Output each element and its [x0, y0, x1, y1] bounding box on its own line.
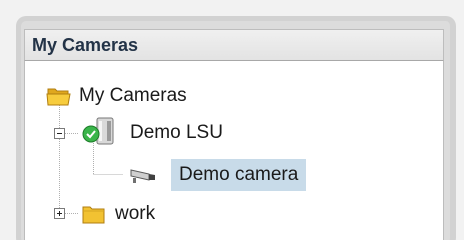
camera-icon [130, 169, 155, 183]
expand-toggle-work[interactable] [54, 208, 65, 219]
tree-item-work[interactable]: work [115, 200, 155, 228]
tree-item-my-cameras[interactable]: My Cameras [79, 82, 187, 110]
plus-icon [57, 211, 62, 216]
panel-title: My Cameras [32, 35, 139, 55]
camera-tree[interactable]: My Cameras Demo LSU Demo camera work [24, 61, 444, 240]
camera-window: My Cameras My Cameras Demo LSU Demo came… [0, 0, 464, 240]
folder-icon [82, 206, 105, 224]
tree-item-demo-camera[interactable]: Demo camera [171, 159, 307, 191]
folder-open-icon [46, 88, 71, 106]
collapse-toggle-demo-lsu[interactable] [54, 128, 65, 139]
server-online-icon [82, 117, 114, 145]
minus-icon [57, 133, 62, 134]
tree-item-demo-lsu[interactable]: Demo LSU [130, 119, 223, 147]
